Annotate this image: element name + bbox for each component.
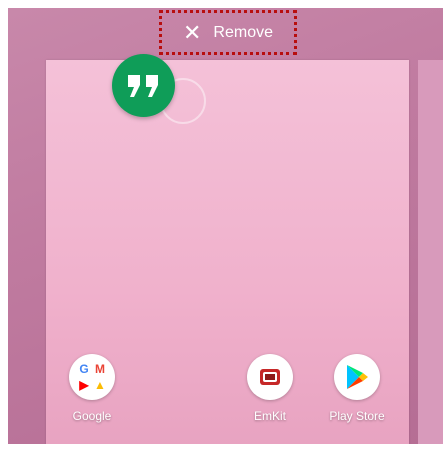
remove-label: Remove (213, 23, 273, 41)
google-folder-icon: G M ▶ ▲ (69, 354, 115, 400)
app-label: EmKit (253, 409, 286, 423)
home-screen: ✕ Remove G M ▶ ▲ Google EmKit Play Store (8, 8, 443, 444)
next-page-preview[interactable] (418, 60, 443, 444)
dock-app-emkit[interactable]: EmKit (235, 354, 305, 423)
app-label: Google (72, 409, 112, 423)
close-icon: ✕ (182, 19, 202, 45)
dock-app-play-store[interactable]: Play Store (322, 354, 392, 423)
remove-drop-target[interactable]: ✕ Remove (159, 10, 297, 55)
hangouts-icon[interactable] (112, 54, 175, 117)
emkit-icon (247, 354, 293, 400)
app-label: Play Store (329, 409, 385, 423)
dock-app-google[interactable]: G M ▶ ▲ Google (57, 354, 127, 423)
play-store-icon (334, 354, 380, 400)
quote-icon (127, 74, 158, 97)
